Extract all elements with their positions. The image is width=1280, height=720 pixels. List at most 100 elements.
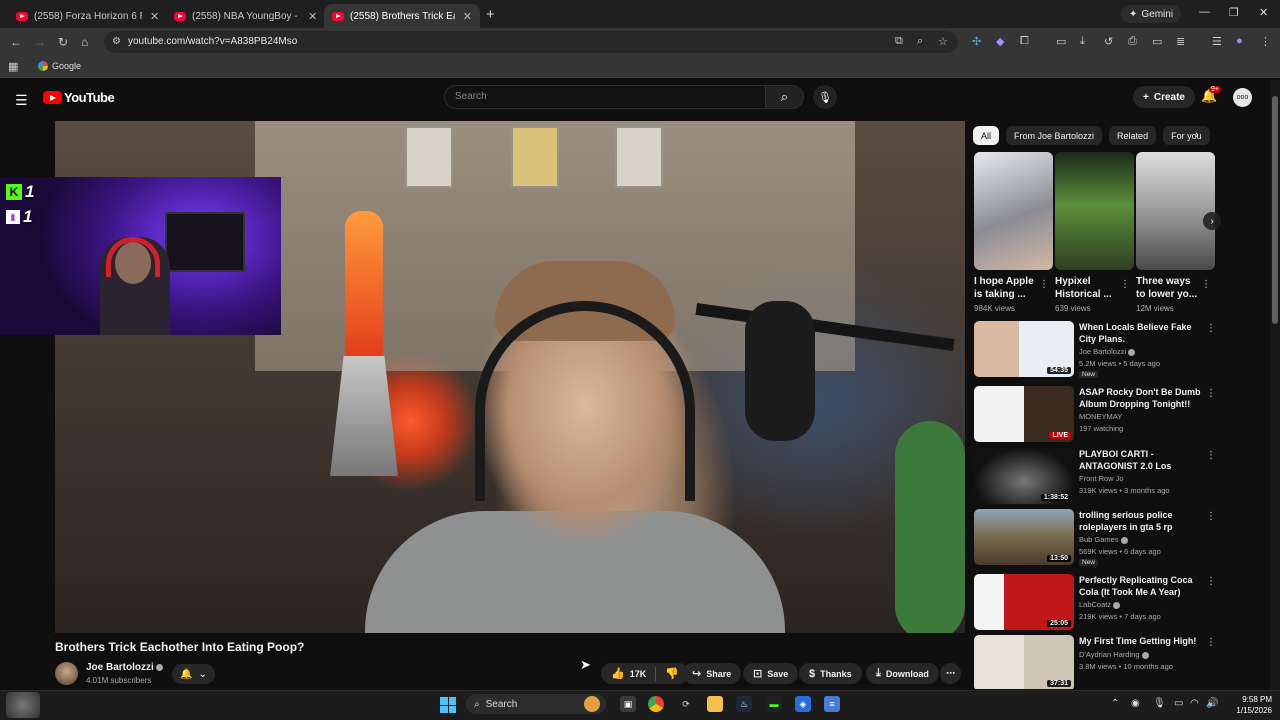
extensions-puzzle-icon[interactable]: ⧠ — [1020, 35, 1029, 48]
recommendation-title[interactable]: When Locals Believe Fake City Plans. — [1079, 321, 1201, 345]
channel-avatar[interactable] — [55, 662, 78, 685]
search-button[interactable]: ⌕ — [766, 85, 804, 109]
short-title[interactable]: Hypixel Historical ... — [1055, 275, 1117, 301]
short-menu-icon[interactable]: ⋮ — [1120, 279, 1130, 290]
recommendation-menu-icon[interactable]: ⋮ — [1206, 576, 1216, 587]
browser-tab-2[interactable]: (2558) NBA YoungBoy - Act A D ✕ — [166, 4, 325, 28]
reading-list-icon[interactable]: ☰ — [1212, 35, 1222, 48]
account-avatar[interactable]: ooo — [1233, 88, 1252, 107]
recommendation-thumbnail[interactable]: LIVE — [974, 386, 1074, 442]
recommendation-channel[interactable]: Joe Bartolozzi — [1079, 347, 1136, 356]
taskbar-app-icon[interactable]: ◈ — [795, 696, 811, 712]
recommendation-menu-icon[interactable]: ⋮ — [1206, 450, 1216, 461]
recommendation-channel[interactable]: D'Aydrian Harding — [1079, 650, 1149, 659]
close-tab-icon[interactable]: ✕ — [308, 10, 317, 23]
install-app-icon[interactable]: ⧉ — [895, 35, 903, 48]
search-placeholder[interactable]: Search — [455, 91, 487, 102]
save-page-icon[interactable]: ≣ — [1176, 35, 1185, 48]
bookmark-google[interactable]: Google — [38, 61, 81, 71]
tray-mic-icon[interactable]: 🎙 — [1153, 698, 1166, 709]
channel-name[interactable]: Joe Bartolozzi — [86, 662, 163, 673]
zoom-icon[interactable]: ⌕ — [917, 35, 923, 48]
recommendation-item[interactable]: 13:50 trolling serious police roleplayer… — [974, 509, 1224, 567]
thanks-button[interactable]: $ Thanks — [799, 663, 862, 684]
recommendation-channel[interactable]: Front Row Jo — [1079, 474, 1124, 483]
download-button[interactable]: ⤓ Download — [866, 663, 939, 684]
extension-icon[interactable]: ✣ — [972, 35, 981, 48]
site-info-icon[interactable]: ⚙ — [112, 36, 121, 47]
taskbar-clock[interactable]: 9:58 PM 1/15/2026 — [1226, 694, 1272, 716]
close-tab-icon[interactable]: ✕ — [150, 10, 159, 23]
back-icon[interactable]: ← — [10, 35, 22, 49]
short-menu-icon[interactable]: ⋮ — [1039, 279, 1049, 290]
file-explorer-icon[interactable] — [707, 696, 723, 712]
short-thumbnail[interactable] — [1136, 152, 1215, 270]
recommendation-item[interactable]: LIVE ASAP Rocky Don't Be Dumb Album Drop… — [974, 386, 1224, 444]
recommendation-menu-icon[interactable]: ⋮ — [1206, 323, 1216, 334]
recommendation-title[interactable]: Perfectly Replicating Coca Cola (It Took… — [1079, 574, 1201, 598]
windows-start-icon[interactable] — [440, 697, 456, 713]
guide-menu-icon[interactable]: ☰ — [15, 92, 28, 109]
recommendation-menu-icon[interactable]: ⋮ — [1206, 388, 1216, 399]
download-icon[interactable]: ⤓ — [1080, 35, 1085, 48]
browser-menu-icon[interactable]: ⋮ — [1260, 35, 1271, 48]
recommendation-thumbnail[interactable]: 13:50 — [974, 509, 1074, 565]
chip-from-channel[interactable]: From Joe Bartolozzi — [1006, 126, 1103, 145]
dislike-icon[interactable]: 👎 — [665, 667, 679, 680]
recommendation-thumbnail[interactable]: 37:31 — [974, 635, 1074, 689]
extension-icon[interactable]: ◆ — [996, 35, 1004, 48]
tray-app-icon[interactable]: ◉ — [1131, 698, 1140, 709]
short-title[interactable]: I hope Apple is taking ... — [974, 275, 1036, 301]
wifi-icon[interactable]: ◠ — [1190, 698, 1199, 709]
recommendation-channel[interactable]: LabCoatz — [1079, 600, 1121, 609]
forward-icon[interactable]: → — [34, 35, 46, 49]
minimize-icon[interactable]: — — [1199, 6, 1210, 18]
notepad-icon[interactable]: ≡ — [824, 696, 840, 712]
chips-next-icon[interactable]: › — [1195, 129, 1199, 141]
close-tab-icon[interactable]: ✕ — [463, 10, 472, 23]
youtube-logo-text[interactable]: YouTube — [64, 90, 115, 105]
short-thumbnail[interactable] — [974, 152, 1053, 270]
more-actions-button[interactable]: ⋯ — [940, 663, 961, 684]
url-text[interactable]: youtube.com/watch?v=A838PB24Mso — [128, 36, 297, 47]
short-menu-icon[interactable]: ⋮ — [1201, 279, 1211, 290]
youtube-logo-icon[interactable] — [43, 91, 62, 104]
recommendation-thumbnail[interactable]: 54:35 — [974, 321, 1074, 377]
recommendation-title[interactable]: ASAP Rocky Don't Be Dumb Album Dropping … — [1079, 386, 1201, 410]
recommendation-menu-icon[interactable]: ⋮ — [1206, 511, 1216, 522]
chip-all[interactable]: All — [973, 126, 1000, 145]
recommendation-item[interactable]: 54:35 When Locals Believe Fake City Plan… — [974, 321, 1224, 379]
taskbar-app-icon[interactable]: ⟳ — [678, 696, 694, 712]
voice-search-button[interactable]: 🎙 — [813, 85, 837, 109]
like-count[interactable]: 17K — [630, 669, 647, 679]
recommendation-channel[interactable]: Bub Games — [1079, 535, 1128, 544]
share-button[interactable]: ↪ Share — [682, 663, 742, 684]
chip-for-you[interactable]: For you — [1163, 126, 1210, 145]
recommendation-channel[interactable]: MONEYMAY — [1079, 412, 1122, 421]
recommendation-thumbnail[interactable]: 25:05 — [974, 574, 1074, 630]
task-view-icon[interactable]: ▣ — [620, 696, 636, 712]
recommendation-menu-icon[interactable]: ⋮ — [1206, 637, 1216, 648]
reload-icon[interactable]: ↻ — [58, 35, 68, 49]
taskbar-app-icon[interactable]: ▬ — [766, 696, 782, 712]
recommendation-thumbnail[interactable]: 1:38:52 — [974, 448, 1074, 504]
subscription-bell-button[interactable]: 🔔 ⌄ — [172, 664, 215, 684]
cast-icon[interactable]: ▭ — [1152, 35, 1162, 48]
steam-icon[interactable]: ♨ — [736, 696, 752, 712]
browser-tab-1[interactable]: (2558) Forza Horizon 6 Release ✕ — [8, 4, 167, 28]
gemini-button[interactable]: ✦ Gemini — [1121, 5, 1182, 23]
profile-icon[interactable]: ● — [1236, 35, 1243, 47]
maximize-icon[interactable]: ❐ — [1229, 6, 1239, 19]
recommendation-title[interactable]: My First Time Getting High! — [1079, 635, 1201, 647]
new-tab-button[interactable]: + — [486, 6, 495, 23]
tray-display-icon[interactable]: ▭ — [1174, 698, 1183, 709]
apps-grid-icon[interactable]: ▦ — [8, 60, 18, 73]
recommendation-title[interactable]: trolling serious police roleplayers in g… — [1079, 509, 1201, 533]
taskbar-search-highlight-icon[interactable] — [584, 696, 600, 712]
history-icon[interactable]: ↺ — [1104, 35, 1113, 48]
create-button[interactable]: + Create — [1133, 86, 1195, 108]
tray-overflow-icon[interactable]: ⌃ — [1111, 698, 1119, 709]
search-input[interactable] — [444, 85, 766, 109]
taskbar-widget[interactable] — [6, 692, 40, 718]
tab-search-icon[interactable]: ▭ — [1056, 35, 1066, 48]
